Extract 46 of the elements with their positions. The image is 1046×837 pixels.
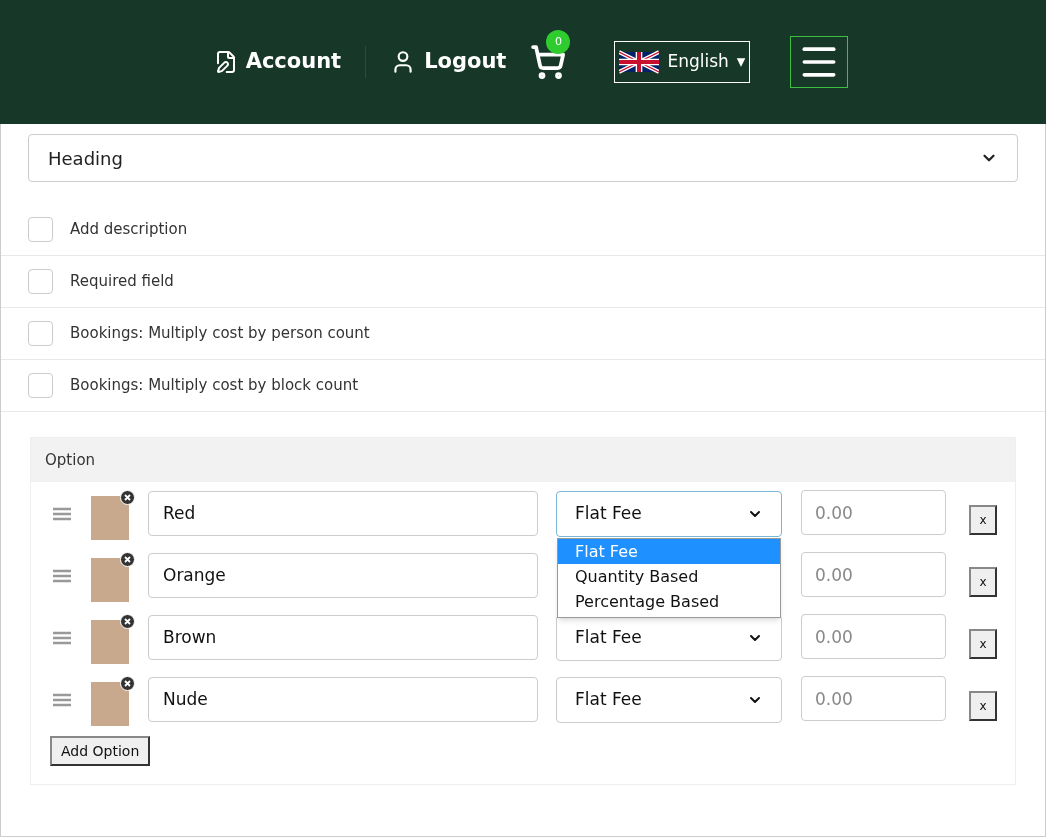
cart-icon[interactable] [530,44,567,80]
price-field[interactable]: 0.00 [801,676,946,721]
price-field[interactable]: 0.00 [801,614,946,659]
checkbox[interactable] [28,269,53,294]
remove-option-button[interactable]: x [969,628,997,659]
photo-placeholder [91,557,129,602]
checkbox-label: Bookings: Multiply cost by block count [70,375,359,397]
cart-count-badge: 0 [546,30,571,54]
remove-image-icon[interactable] [120,675,135,691]
drag-handle-icon[interactable] [53,692,71,707]
price-field[interactable]: 0.00 [801,552,946,597]
checkbox[interactable] [28,373,53,398]
options-panel-header: Option [31,438,1015,482]
option-name-field[interactable]: Brown [148,615,538,660]
option-name-field[interactable]: Orange [148,553,538,598]
remove-image-icon[interactable] [120,551,135,567]
language-select[interactable]: English ▾ [614,41,751,83]
checkbox[interactable] [28,321,53,346]
account-link[interactable]: Account [213,46,367,78]
dropdown-option[interactable]: Percentage Based [558,589,780,614]
price-field[interactable]: 0.00 [801,490,946,535]
remove-option-button[interactable]: x [969,504,997,535]
checkbox-label: Required field [70,271,174,293]
drag-handle-icon[interactable] [53,506,71,521]
remove-image-icon[interactable] [120,613,135,629]
drag-handle-icon[interactable] [53,568,71,583]
checkbox-label: Bookings: Multiply cost by person count [70,323,370,345]
photo-placeholder [91,619,129,664]
logout-link[interactable]: Logout [390,46,507,78]
add-option-button[interactable]: Add Option [50,736,151,766]
remove-image-icon[interactable] [120,489,135,505]
field-type-select[interactable]: Heading [28,134,1018,182]
remove-option-button[interactable]: x [969,566,997,597]
photo-placeholder [91,495,129,540]
flag-icon [619,48,660,76]
menu-button[interactable] [790,36,849,88]
drag-handle-icon[interactable] [53,630,71,645]
fee-type-select[interactable]: Flat Fee [556,676,782,723]
dropdown-option[interactable]: Quantity Based [558,564,780,589]
remove-option-button[interactable]: x [969,690,997,721]
checkbox-label: Add description [70,219,188,241]
fee-type-select[interactable]: Flat Fee [556,490,782,537]
photo-placeholder [91,681,129,726]
option-name-field[interactable]: Red [148,491,538,536]
option-name-field[interactable]: Nude [148,677,538,722]
checkbox[interactable] [28,217,53,242]
